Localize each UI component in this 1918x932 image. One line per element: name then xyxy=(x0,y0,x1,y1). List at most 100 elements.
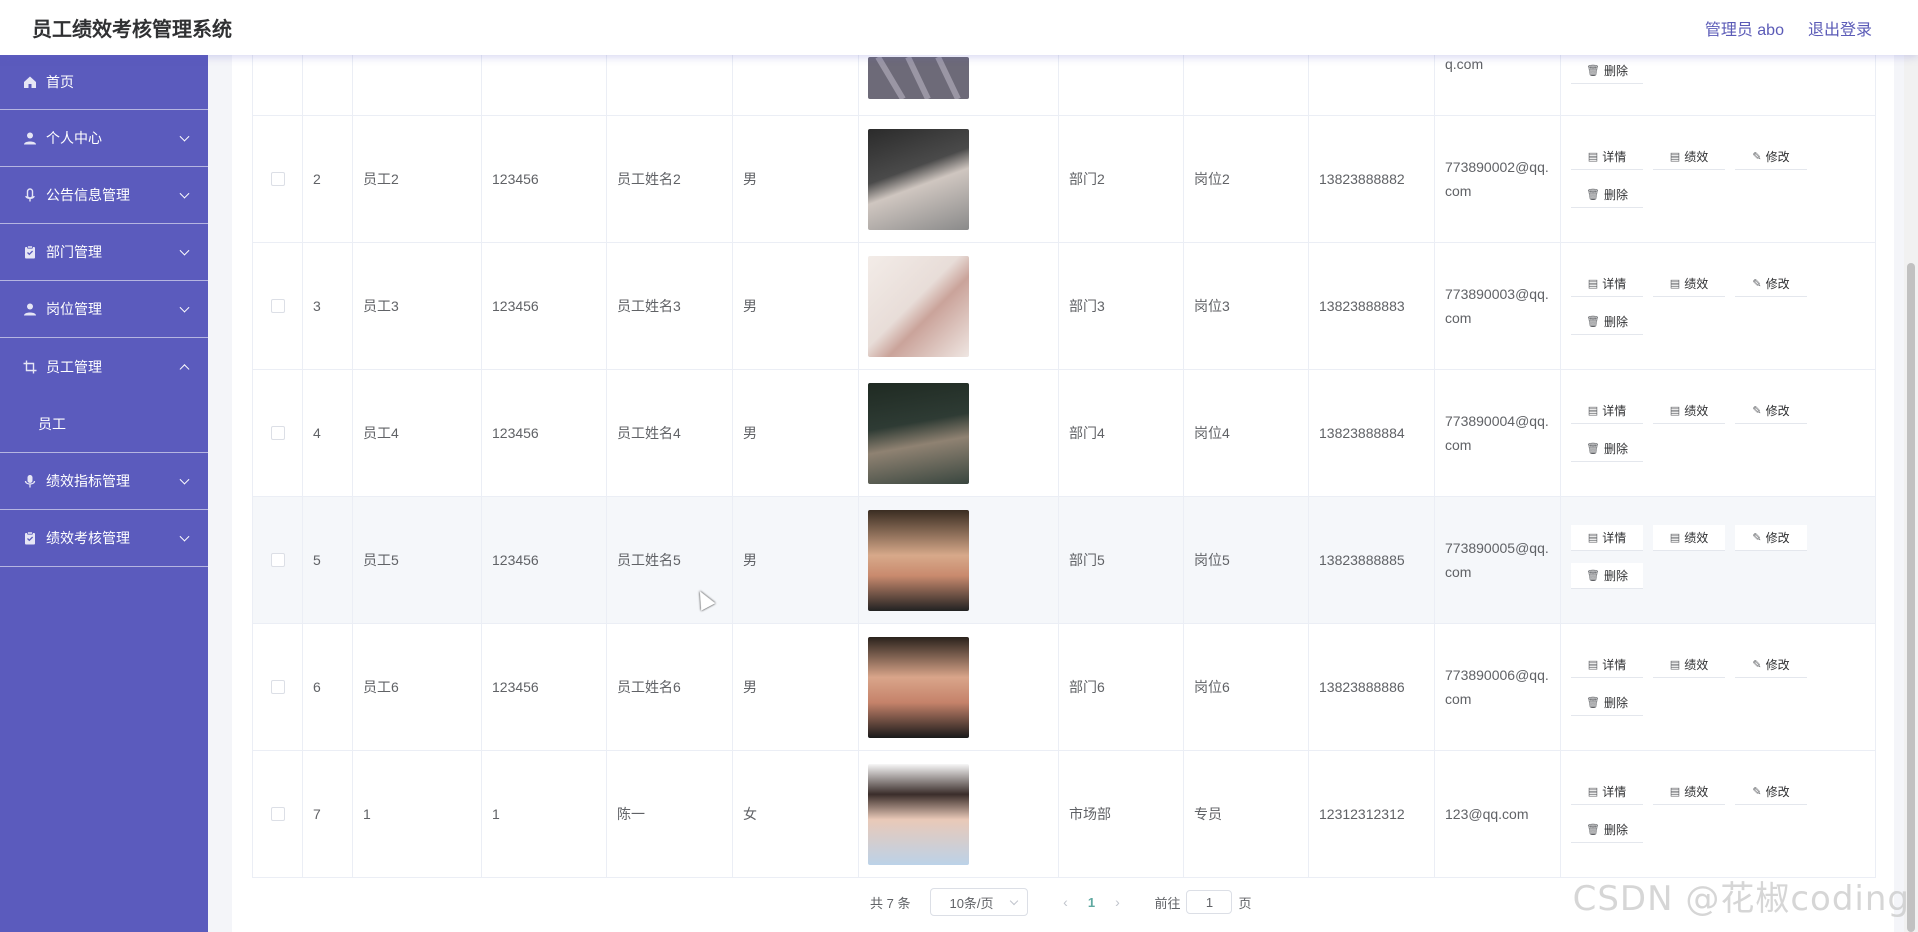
edit-button[interactable]: ✎ 修改 xyxy=(1735,144,1807,170)
current-user[interactable]: 管理员 abo xyxy=(1705,16,1784,40)
trash-icon: 🗑 xyxy=(1586,697,1600,709)
row-checkbox-cell xyxy=(253,497,303,623)
sidebar-subitem-employee[interactable]: 员工 xyxy=(0,395,208,453)
employee-photo xyxy=(868,255,969,357)
sidebar-item-notice[interactable]: 公告信息管理 xyxy=(0,167,208,224)
performance-button[interactable]: ▤ 绩效 xyxy=(1653,271,1725,297)
cell-account: 员工2 xyxy=(353,116,482,242)
edit-button[interactable]: ✎ 修改 xyxy=(1735,652,1807,678)
sidebar-item-appraisal[interactable]: 绩效考核管理 xyxy=(0,510,208,567)
performance-button[interactable]: ▤ 绩效 xyxy=(1653,525,1725,551)
detail-button[interactable]: ▤ 详情 xyxy=(1571,271,1643,297)
chevron-down-icon xyxy=(179,531,190,542)
row-checkbox[interactable] xyxy=(270,426,285,440)
delete-button[interactable]: 🗑 删除 xyxy=(1571,436,1643,462)
detail-button[interactable]: ▤ 详情 xyxy=(1571,398,1643,424)
page-size-select[interactable]: 10条/页 xyxy=(930,888,1029,916)
cell-password: 123456 xyxy=(482,243,607,369)
cell-sex: 女 xyxy=(733,751,859,877)
watermark: CSDN @花椒coding xyxy=(1572,879,1910,919)
edit-label: 修改 xyxy=(1765,404,1790,418)
edit-button[interactable]: ✎ 修改 xyxy=(1735,398,1807,424)
performance-button[interactable]: ▤ 绩效 xyxy=(1653,779,1725,805)
row-checkbox[interactable] xyxy=(270,299,285,313)
performance-label: 绩效 xyxy=(1684,658,1709,672)
sidebar-item-department[interactable]: 部门管理 xyxy=(0,224,208,281)
cell-email: 773890006@qq.com xyxy=(1435,624,1561,750)
cell-password: 123456 xyxy=(482,624,607,750)
cell-department: 市场部 xyxy=(1059,751,1184,877)
detail-label: 详情 xyxy=(1602,277,1627,291)
delete-button[interactable]: 🗑 删除 xyxy=(1571,690,1643,716)
delete-button[interactable]: 🗑 删除 xyxy=(1571,817,1643,843)
page-scrollbar[interactable] xyxy=(1904,55,1918,932)
performance-label: 绩效 xyxy=(1684,150,1709,164)
trash-icon: 🗑 xyxy=(1586,189,1600,201)
sidebar-item-position[interactable]: 岗位管理 xyxy=(0,281,208,338)
cell-position: 岗位3 xyxy=(1184,243,1309,369)
trash-icon: 🗑 xyxy=(1586,316,1600,328)
edit-button[interactable]: ✎ 修改 xyxy=(1735,271,1807,297)
goto-prefix: 前往 xyxy=(1154,895,1181,911)
employee-photo xyxy=(868,763,969,865)
chevron-down-icon xyxy=(179,245,190,256)
cell-phone: 13823888882 xyxy=(1309,116,1435,242)
page-number-1[interactable]: 1 xyxy=(1076,895,1106,910)
next-page-button[interactable]: › xyxy=(1106,894,1128,910)
cell-department: 部门5 xyxy=(1059,497,1184,623)
row-checkbox-cell xyxy=(253,243,303,369)
row-checkbox[interactable] xyxy=(270,172,285,186)
edit-label: 修改 xyxy=(1765,658,1790,672)
cell-sex: 男 xyxy=(733,243,859,369)
employee-photo xyxy=(868,509,969,611)
action-group: ▤ 详情 ▤ 绩效 ✎ 修改 🗑 删除 xyxy=(1571,398,1811,462)
row-checkbox[interactable] xyxy=(270,553,285,567)
row-checkbox[interactable] xyxy=(270,807,285,821)
cell-password: 123456 xyxy=(482,370,607,496)
cell-actions: ▤ 详情 ▤ 绩效 ✎ 修改 🗑 删除 xyxy=(1561,370,1875,496)
detail-button[interactable]: ▤ 详情 xyxy=(1571,144,1643,170)
employee-photo xyxy=(868,128,969,230)
sidebar-item-label: 岗位管理 xyxy=(46,301,102,317)
chevron-up-icon xyxy=(179,363,190,374)
edit-button[interactable]: ✎ 修改 xyxy=(1735,779,1807,805)
scrollbar-thumb[interactable] xyxy=(1907,263,1915,932)
document-icon: ▤ xyxy=(1587,786,1599,798)
cell-phone: 12312312312 xyxy=(1309,751,1435,877)
delete-button[interactable]: 🗑 删除 xyxy=(1571,58,1643,84)
delete-button[interactable]: 🗑 删除 xyxy=(1571,182,1643,208)
detail-button[interactable]: ▤ 详情 xyxy=(1571,779,1643,805)
detail-button[interactable]: ▤ 详情 xyxy=(1571,525,1643,551)
user-icon xyxy=(22,301,38,317)
cell-photo xyxy=(859,370,1059,496)
delete-button[interactable]: 🗑 删除 xyxy=(1571,309,1643,335)
delete-label: 删除 xyxy=(1603,823,1628,837)
document-icon: ▤ xyxy=(1669,278,1681,290)
sidebar-item-employee-mgmt[interactable]: 员工管理 xyxy=(0,338,208,395)
cell-actions: ▤ 详情 ▤ 绩效 ✎ 修改 🗑 删除 xyxy=(1561,243,1875,369)
performance-button[interactable]: ▤ 绩效 xyxy=(1653,652,1725,678)
sidebar-item-kpi[interactable]: 绩效指标管理 xyxy=(0,453,208,510)
cell-account: 1 xyxy=(353,751,482,877)
action-group: 🗑 删除 xyxy=(1571,58,1811,84)
logout-link[interactable]: 退出登录 xyxy=(1808,16,1872,40)
cell-account: 员工4 xyxy=(353,370,482,496)
cell-position: 岗位2 xyxy=(1184,116,1309,242)
sidebar-item-home[interactable]: 首页 xyxy=(0,55,208,110)
document-icon: ▤ xyxy=(1669,786,1681,798)
cell-phone: 13823888886 xyxy=(1309,624,1435,750)
sidebar-item-personal-center[interactable]: 个人中心 xyxy=(0,110,208,167)
document-icon: ▤ xyxy=(1669,151,1681,163)
sidebar: 首页 个人中心 公告信息管理 部门管理 岗位管理 员工管理 员工 绩效指标管理 … xyxy=(0,55,208,932)
delete-button[interactable]: 🗑 删除 xyxy=(1571,563,1643,589)
detail-button[interactable]: ▤ 详情 xyxy=(1571,652,1643,678)
performance-button[interactable]: ▤ 绩效 xyxy=(1653,398,1725,424)
cell-sex: 男 xyxy=(733,497,859,623)
performance-button[interactable]: ▤ 绩效 xyxy=(1653,144,1725,170)
edit-button[interactable]: ✎ 修改 xyxy=(1735,525,1807,551)
sidebar-item-label: 部门管理 xyxy=(46,244,102,260)
goto-page-input[interactable] xyxy=(1186,890,1233,914)
edit-label: 修改 xyxy=(1765,785,1790,799)
prev-page-button[interactable]: ‹ xyxy=(1054,894,1076,910)
row-checkbox[interactable] xyxy=(270,680,285,694)
